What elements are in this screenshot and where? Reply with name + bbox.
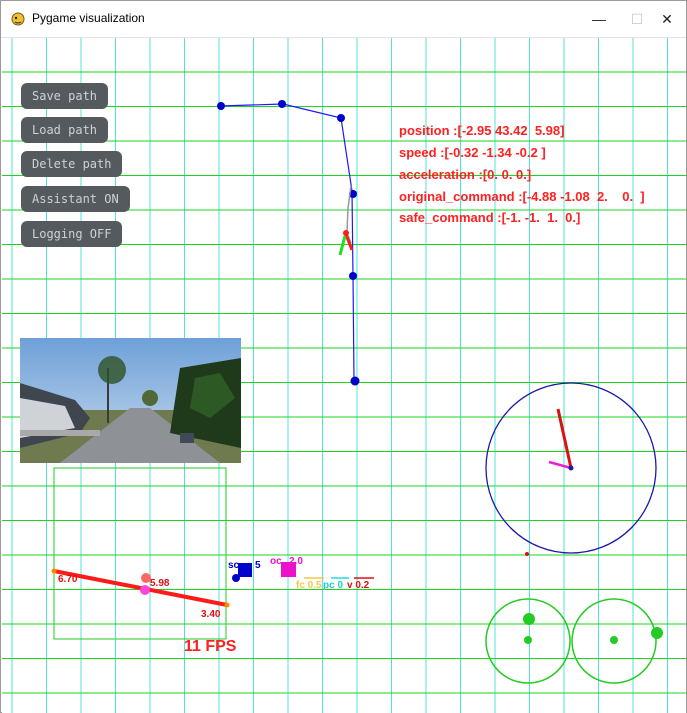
waypoint	[349, 272, 357, 280]
visualization-canvas[interactable]: Save path Load path Delete path Assistan…	[2, 38, 686, 713]
sc-dot	[232, 574, 240, 582]
waypoint	[278, 100, 286, 108]
load-path-button[interactable]: Load path	[21, 117, 109, 143]
heading-needle	[556, 408, 573, 469]
logging-toggle-button[interactable]: Logging OFF	[21, 221, 123, 247]
command-needle	[548, 460, 572, 470]
original-command-readout: original_command :[-4.88 -1.08 2. 0. ]	[399, 189, 645, 204]
pygame-snake-icon	[11, 12, 25, 26]
vehicle-marker	[343, 230, 349, 236]
title-bar: Pygame visualization — ☐ ✕	[1, 1, 686, 38]
sc-label: sc	[228, 560, 240, 571]
save-path-button[interactable]: Save path	[21, 83, 109, 109]
green-dot	[524, 636, 532, 644]
sc-value: 5	[255, 560, 261, 571]
delete-path-button[interactable]: Delete path	[21, 151, 123, 177]
green-dot	[610, 636, 618, 644]
oc-label: oc	[270, 556, 282, 567]
v-label: v 0.2	[347, 580, 370, 591]
camera-view-image	[20, 338, 241, 463]
window-title: Pygame visualization	[32, 11, 145, 25]
safe-command-readout: safe_command :[-1. -1. 1. 0.]	[399, 210, 581, 225]
fps-counter: 11 FPS	[184, 638, 237, 655]
waypoint	[217, 102, 225, 110]
red-dot	[525, 552, 529, 556]
slider-marker-pink	[140, 585, 150, 595]
slider-mid-value: 5.98	[150, 578, 170, 589]
close-button[interactable]: ✕	[652, 7, 682, 31]
position-readout: position :[-2.95 43.42 5.98]	[399, 123, 565, 138]
heading-center	[568, 465, 574, 471]
slider-left-value: 6.70	[58, 574, 78, 585]
minimize-button[interactable]: —	[584, 7, 614, 31]
slider-right-value: 3.40	[201, 609, 221, 620]
pc-label: pc 0	[323, 580, 344, 591]
green-dot	[523, 613, 535, 625]
waypoint	[337, 114, 345, 122]
slider-end	[224, 602, 230, 608]
slider-end	[51, 568, 57, 574]
app-window: Pygame visualization — ☐ ✕ Save path Loa…	[0, 0, 687, 713]
fc-label: fc 0.5	[296, 580, 322, 591]
speed-readout: speed :[-0.32 -1.34 -0.2 ]	[399, 145, 546, 160]
acceleration-readout: acceleration :[0. 0. 0.]	[399, 167, 532, 182]
green-dot	[651, 627, 663, 639]
heading-green	[338, 235, 347, 256]
oc-value: 2.0	[289, 556, 303, 567]
sc-square	[238, 563, 252, 577]
waypoint	[350, 376, 360, 386]
maximize-button[interactable]: ☐	[622, 7, 652, 31]
assistant-toggle-button[interactable]: Assistant ON	[21, 186, 130, 212]
